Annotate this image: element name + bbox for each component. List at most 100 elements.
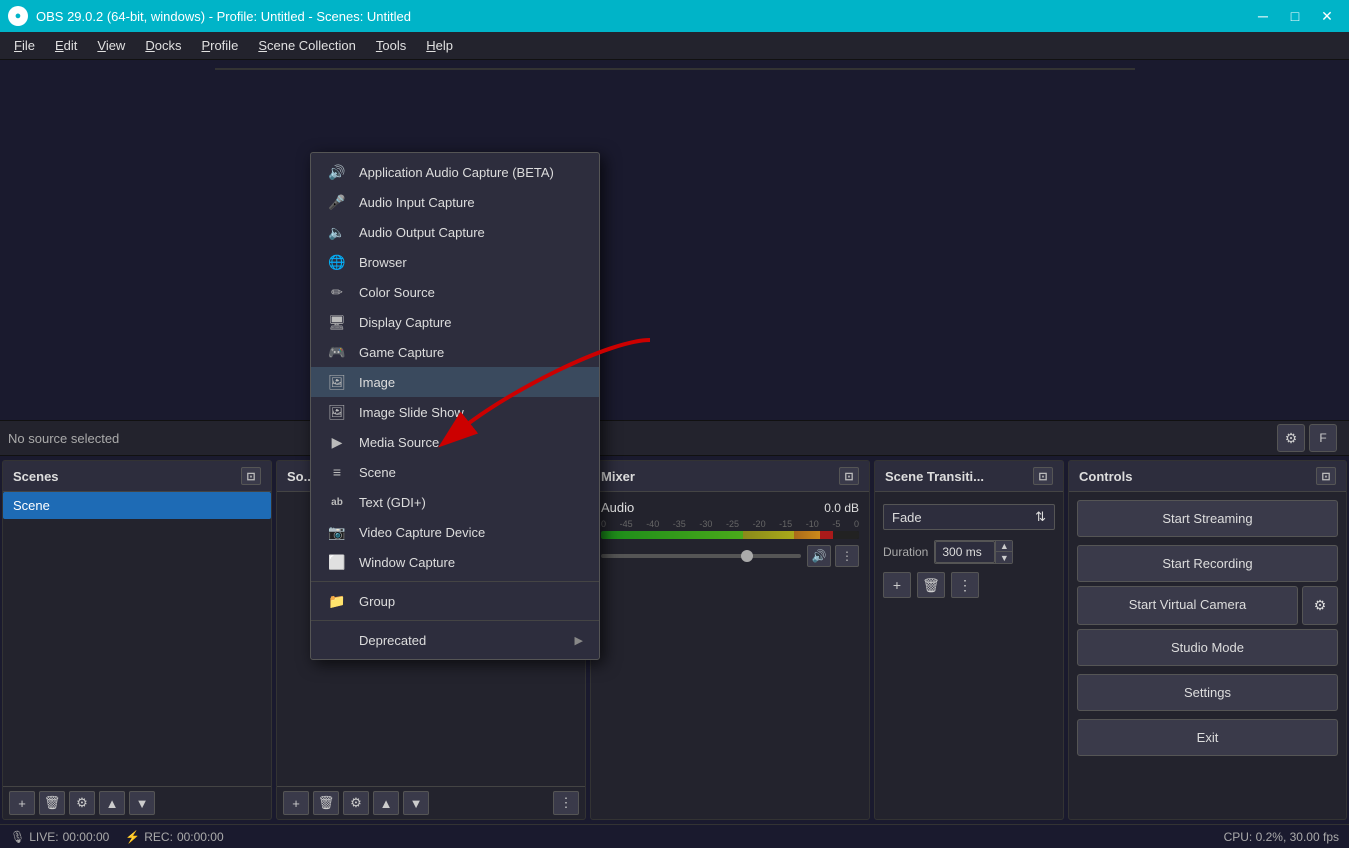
ctx-text-gdi[interactable]: ab Text (GDI+) bbox=[311, 487, 599, 517]
menu-profile[interactable]: Profile bbox=[191, 34, 248, 57]
menu-docks[interactable]: Docks bbox=[135, 34, 191, 57]
video-capture-icon: 📷 bbox=[327, 524, 347, 540]
more-source-button[interactable]: ⋮ bbox=[553, 791, 579, 815]
virtual-camera-gear-button[interactable]: ⚙ bbox=[1302, 586, 1338, 625]
ctx-separator-1 bbox=[311, 581, 599, 582]
status-bar: 🎙 LIVE: 00:00:00 ⚡ REC: 00:00:00 CPU: 0.… bbox=[0, 824, 1349, 848]
audio-input-icon: 🎤 bbox=[327, 194, 347, 210]
start-virtual-camera-button[interactable]: Start Virtual Camera bbox=[1077, 586, 1298, 625]
ctx-browser[interactable]: 🌐 Browser bbox=[311, 247, 599, 277]
ctx-deprecated[interactable]: Deprecated ▶ bbox=[311, 625, 599, 655]
meter-label-0: 0 bbox=[601, 519, 606, 529]
exit-button[interactable]: Exit bbox=[1077, 719, 1338, 756]
ctx-display-capture[interactable]: 🖥 Display Capture bbox=[311, 307, 599, 337]
mixer-panel-icons: ⊡ bbox=[839, 467, 859, 485]
menu-help[interactable]: Help bbox=[416, 34, 463, 57]
ctx-audio-output-label: Audio Output Capture bbox=[359, 225, 485, 240]
maximize-button[interactable]: □ bbox=[1281, 6, 1309, 26]
duration-up-button[interactable]: ▲ bbox=[996, 541, 1012, 552]
menu-view[interactable]: View bbox=[87, 34, 135, 57]
minimize-button[interactable]: ─ bbox=[1249, 6, 1277, 26]
ctx-color-source[interactable]: ✏ Color Source bbox=[311, 277, 599, 307]
rec-label: REC: bbox=[144, 830, 173, 844]
volume-thumb[interactable] bbox=[741, 550, 753, 562]
transition-panel-icon-btn[interactable]: ⊡ bbox=[1033, 467, 1053, 485]
bottom-panels: Scenes ⊡ Scene + 🗑 ⚙ ▲ ▼ So... bbox=[0, 456, 1349, 824]
settings-button[interactable]: Settings bbox=[1077, 674, 1338, 711]
ctx-audio-output[interactable]: 🔈 Audio Output Capture bbox=[311, 217, 599, 247]
ctx-app-audio[interactable]: 🔊 Application Audio Capture (BETA) bbox=[311, 157, 599, 187]
meter-label-3: -35 bbox=[673, 519, 686, 529]
add-scene-button[interactable]: + bbox=[9, 791, 35, 815]
move-up-scene-button[interactable]: ▲ bbox=[99, 791, 125, 815]
scene-item-label: Scene bbox=[13, 498, 50, 513]
scene-icon: ≡ bbox=[327, 464, 347, 480]
menu-scene-collection[interactable]: Scene Collection bbox=[248, 34, 366, 57]
meter-label-6: -20 bbox=[753, 519, 766, 529]
transition-buttons: + 🗑 ⋮ bbox=[883, 568, 1055, 602]
menu-edit[interactable]: Edit bbox=[45, 34, 87, 57]
menu-file[interactable]: File bbox=[4, 34, 45, 57]
filter-button[interactable]: F bbox=[1309, 424, 1337, 452]
game-capture-icon: 🎮 bbox=[327, 344, 347, 360]
down-source-button[interactable]: ▼ bbox=[403, 791, 429, 815]
duration-value[interactable]: 300 ms bbox=[935, 541, 995, 563]
source-gear-button[interactable]: ⚙ bbox=[1277, 424, 1305, 452]
ctx-video-capture[interactable]: 📷 Video Capture Device bbox=[311, 517, 599, 547]
filter-source-button[interactable]: ⚙ bbox=[343, 791, 369, 815]
add-transition-button[interactable]: + bbox=[883, 572, 911, 598]
scenes-panel-icon-btn[interactable]: ⊡ bbox=[241, 467, 261, 485]
menu-tools[interactable]: Tools bbox=[366, 34, 416, 57]
audio-label-row: Audio 0.0 dB bbox=[601, 500, 859, 515]
ctx-group[interactable]: 📁 Group bbox=[311, 586, 599, 616]
remove-transition-button[interactable]: 🗑 bbox=[917, 572, 945, 598]
ctx-image[interactable]: 🖼 Image bbox=[311, 367, 599, 397]
ctx-scene[interactable]: ≡ Scene bbox=[311, 457, 599, 487]
ctx-image-slideshow[interactable]: 🖼 Image Slide Show bbox=[311, 397, 599, 427]
controls-panel-icon-btn[interactable]: ⊡ bbox=[1316, 467, 1336, 485]
ctx-audio-input[interactable]: 🎤 Audio Input Capture bbox=[311, 187, 599, 217]
start-streaming-button[interactable]: Start Streaming bbox=[1077, 500, 1338, 537]
filter-scene-button[interactable]: ⚙ bbox=[69, 791, 95, 815]
meter-orange bbox=[794, 531, 820, 539]
db-label: 0.0 dB bbox=[824, 501, 859, 515]
fade-select[interactable]: Fade ⇅ bbox=[883, 504, 1055, 530]
up-source-button[interactable]: ▲ bbox=[373, 791, 399, 815]
image-icon: 🖼 bbox=[327, 374, 347, 390]
more-transition-button[interactable]: ⋮ bbox=[951, 572, 979, 598]
app-icon: ● bbox=[8, 6, 28, 26]
mixer-panel-icon-btn[interactable]: ⊡ bbox=[839, 467, 859, 485]
ctx-window-capture[interactable]: ⬜ Window Capture bbox=[311, 547, 599, 577]
meter-label-2: -40 bbox=[646, 519, 659, 529]
add-source-button[interactable]: + bbox=[283, 791, 309, 815]
controls-panel: Controls ⊡ Start Streaming Start Recordi… bbox=[1068, 460, 1347, 820]
duration-down-button[interactable]: ▼ bbox=[996, 552, 1012, 563]
ctx-media-source[interactable]: ▶ Media Source bbox=[311, 427, 599, 457]
start-recording-button[interactable]: Start Recording bbox=[1077, 545, 1338, 582]
preview-canvas[interactable] bbox=[215, 68, 1135, 70]
deprecated-arrow-icon: ▶ bbox=[575, 634, 583, 647]
remove-scene-button[interactable]: 🗑 bbox=[39, 791, 65, 815]
mixer-more-button[interactable]: ⋮ bbox=[835, 545, 859, 567]
volume-slider[interactable] bbox=[601, 554, 801, 558]
group-icon: 📁 bbox=[327, 593, 347, 609]
mixer-content: Audio 0.0 dB 0 -45 -40 -35 -30 -25 -20 -… bbox=[591, 492, 869, 819]
ctx-display-capture-label: Display Capture bbox=[359, 315, 452, 330]
mixer-controls: 🔊 ⋮ bbox=[807, 545, 859, 567]
meter-green bbox=[601, 531, 743, 539]
move-down-scene-button[interactable]: ▼ bbox=[129, 791, 155, 815]
window-capture-icon: ⬜ bbox=[327, 554, 347, 570]
remove-source-button[interactable]: 🗑 bbox=[313, 791, 339, 815]
app-audio-icon: 🔊 bbox=[327, 164, 347, 180]
mute-button[interactable]: 🔊 bbox=[807, 545, 831, 567]
controls-panel-header: Controls ⊡ bbox=[1069, 461, 1346, 492]
transition-content: Fade ⇅ Duration 300 ms ▲ ▼ + 🗑 bbox=[875, 492, 1063, 819]
scenes-footer: + 🗑 ⚙ ▲ ▼ bbox=[3, 786, 271, 819]
close-button[interactable]: ✕ bbox=[1313, 6, 1341, 26]
mixer-panel: Mixer ⊡ Audio 0.0 dB 0 -45 -40 -3 bbox=[590, 460, 870, 820]
scene-item[interactable]: Scene bbox=[3, 492, 271, 519]
studio-mode-button[interactable]: Studio Mode bbox=[1077, 629, 1338, 666]
transition-panel-icons: ⊡ bbox=[1033, 467, 1053, 485]
ctx-game-capture[interactable]: 🎮 Game Capture bbox=[311, 337, 599, 367]
scenes-title: Scenes bbox=[13, 469, 59, 484]
